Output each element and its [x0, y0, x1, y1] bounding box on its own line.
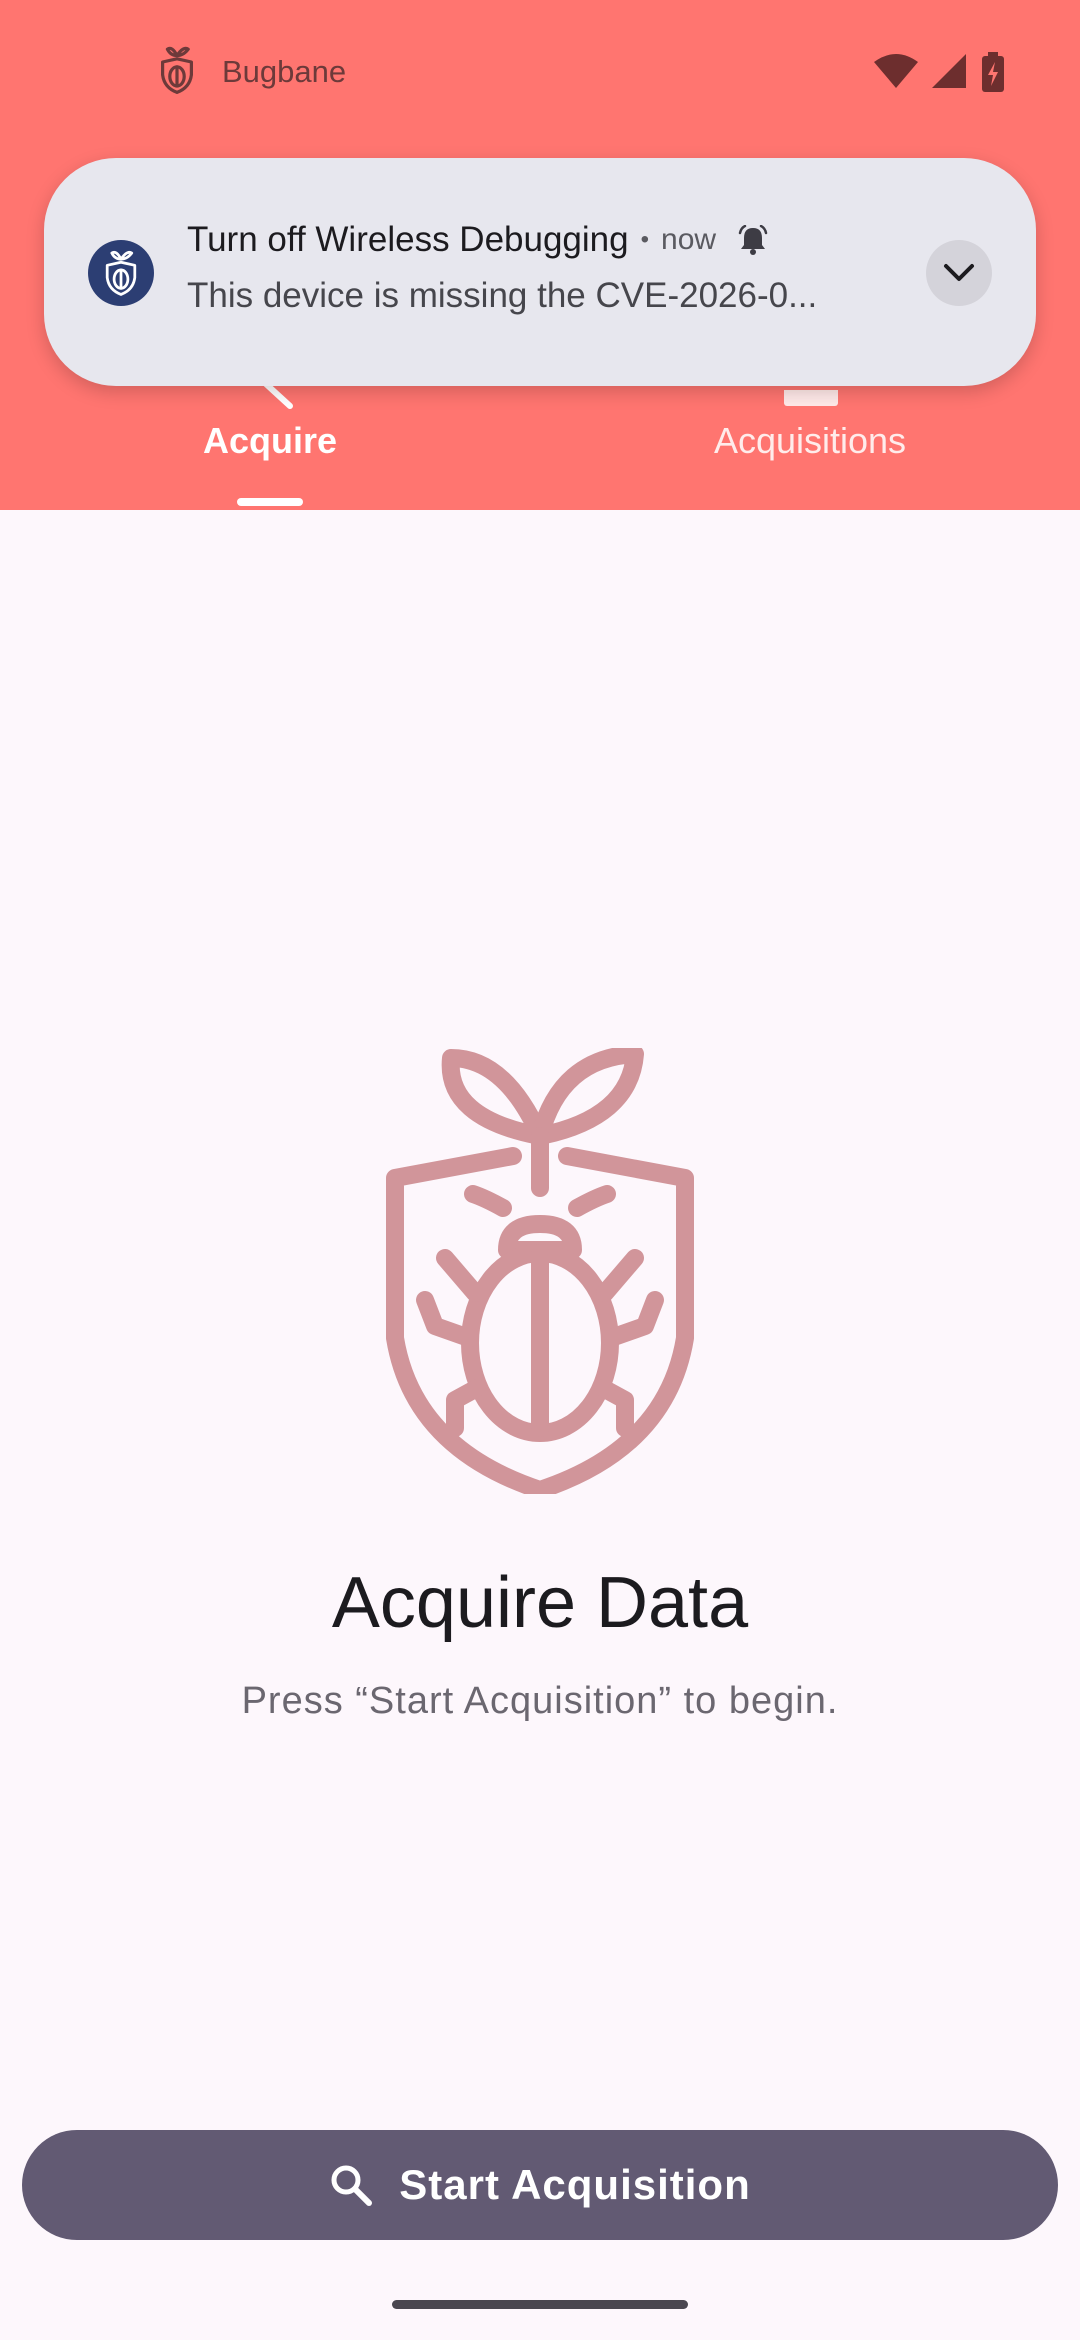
tab-acquisitions[interactable]: Acquisitions [540, 420, 1080, 462]
start-acquisition-button[interactable]: Start Acquisition [22, 2130, 1058, 2240]
tab-acquire[interactable]: Acquire [0, 420, 540, 462]
notification-header: Turn off Wireless Debugging • now [187, 220, 768, 260]
battery-charging-icon [982, 52, 1004, 97]
history-icon [784, 390, 838, 406]
tab-selected-indicator [237, 498, 303, 506]
start-acquisition-label: Start Acquisition [399, 2161, 751, 2208]
status-app-name: Bugbane [222, 54, 347, 89]
notification-separator: • [640, 226, 650, 253]
status-app-indicator: Bugbane [158, 46, 347, 99]
notification-title: Turn off Wireless Debugging [187, 220, 629, 259]
notification-time: now [661, 223, 717, 256]
page-title: Acquire Data [331, 1563, 749, 1643]
status-icons [874, 52, 1004, 97]
cell-signal-icon [932, 54, 968, 95]
home-gesture-handle[interactable] [392, 2300, 688, 2309]
notification-expand-button[interactable] [926, 240, 992, 306]
status-bar: Bugbane [0, 0, 1080, 140]
search-icon [329, 2163, 373, 2207]
page-subtitle: Press “Start Acquisition” to begin. [241, 1680, 839, 1722]
bug-shield-icon [158, 46, 196, 99]
notification-body: This device is missing the CVE-2026-0... [187, 276, 818, 315]
notification-card[interactable]: Turn off Wireless Debugging • now This d… [44, 158, 1036, 386]
bug-shield-icon [105, 250, 137, 296]
wifi-icon [874, 54, 918, 95]
bug-shield-icon [386, 1048, 694, 1494]
notification-app-icon [88, 240, 154, 306]
chevron-down-icon [944, 264, 974, 281]
bell-icon [738, 225, 768, 255]
